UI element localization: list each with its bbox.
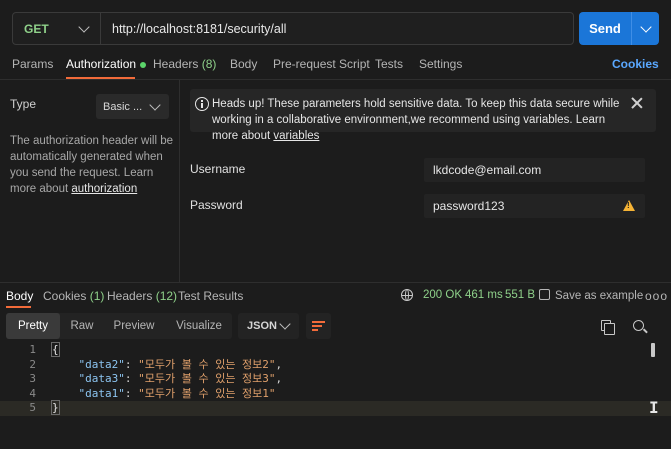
tab-authorization-label: Authorization: [66, 57, 137, 71]
tab-response-headers-count: (12): [155, 289, 178, 303]
code-text: {: [51, 342, 60, 358]
password-field[interactable]: password123: [424, 194, 645, 218]
sensitive-data-notice: Heads up! These parameters hold sensitiv…: [190, 89, 656, 142]
tab-headers-label: Headers: [153, 57, 199, 71]
warning-icon[interactable]: [623, 200, 635, 211]
tab-response-headers[interactable]: Headers (12): [107, 289, 177, 303]
format-tabs: Pretty Raw Preview Visualize: [6, 313, 232, 339]
save-as-example-button[interactable]: Save as example: [539, 289, 643, 302]
send-label: Send: [589, 21, 621, 36]
code-line: 2 "data2": "모두가 볼 수 있는 정보2",: [0, 358, 671, 373]
wrap-icon-stroke: [312, 321, 325, 323]
tab-pre-request-script[interactable]: Pre-request Script: [273, 57, 370, 71]
auth-description: The authorization header will be automat…: [10, 133, 175, 197]
json-key: "data3": [78, 372, 125, 385]
tab-response-cookies-label: Cookies: [43, 289, 87, 303]
chevron-down-icon: [149, 98, 161, 111]
auth-type-select[interactable]: Basic ...: [96, 94, 169, 119]
preview-button[interactable]: Preview: [106, 313, 162, 339]
chevron-down-icon: [639, 20, 652, 33]
tab-tests[interactable]: Tests: [375, 57, 403, 71]
authorization-link[interactable]: authorization: [71, 183, 137, 195]
language-select[interactable]: JSON: [238, 313, 299, 339]
code-text: "data2": "모두가 볼 수 있는 정보2",: [78, 357, 283, 371]
method-select[interactable]: GET: [13, 13, 101, 44]
tab-response-cookies-count: (1): [89, 289, 105, 303]
auth-type-value: Basic ...: [103, 100, 143, 113]
code-text: }: [51, 400, 60, 416]
tab-test-results[interactable]: Test Results: [178, 289, 243, 303]
tab-settings[interactable]: Settings: [419, 57, 462, 71]
tab-params[interactable]: Params: [12, 57, 53, 71]
json-value: "모두가 볼 수 있는 정보1": [138, 386, 276, 400]
search-icon[interactable]: [633, 320, 644, 331]
tab-response-cookies[interactable]: Cookies (1): [43, 289, 104, 303]
username-value: lkdcode@email.com: [433, 163, 542, 177]
language-value: JSON: [247, 320, 277, 332]
username-label: Username: [190, 162, 246, 176]
notice-text: Heads up! These parameters hold sensitiv…: [212, 96, 632, 144]
tab-headers-count: (8): [201, 57, 217, 71]
code-line: 1 {: [0, 342, 671, 358]
json-value: "모두가 볼 수 있는 정보3": [138, 372, 276, 385]
save-as-example-label: Save as example: [555, 290, 644, 302]
wrap-icon[interactable]: [306, 313, 331, 339]
tab-body[interactable]: Body: [230, 57, 257, 71]
response-size[interactable]: 551 B: [505, 289, 535, 301]
close-icon[interactable]: [631, 97, 643, 109]
chevron-down-icon: [279, 318, 291, 330]
status-code[interactable]: 200 OK: [423, 289, 462, 301]
tab-response-headers-label: Headers: [107, 289, 153, 303]
active-dot-icon: [140, 61, 147, 68]
chevron-down-icon: [78, 20, 90, 33]
tab-authorization[interactable]: Authorization: [66, 57, 147, 71]
json-key: "data1": [78, 386, 125, 400]
line-number: 5: [29, 401, 36, 414]
response-body-editor[interactable]: 1 { 2 "data2": "모두가 볼 수 있는 정보2", 3 "data…: [0, 342, 671, 416]
send-button[interactable]: Send: [579, 12, 659, 45]
line-number: 4: [29, 386, 36, 400]
request-tabs: Params Authorization Headers (8) Body Pr…: [0, 52, 671, 79]
line-number: 1: [29, 343, 36, 356]
code-text: "data3": "모두가 볼 수 있는 정보3",: [78, 372, 283, 385]
open-brace: {: [51, 342, 60, 357]
method-label: GET: [24, 21, 49, 36]
url-input[interactable]: http://localhost:8181/security/all: [101, 22, 286, 36]
raw-button[interactable]: Raw: [62, 313, 102, 339]
divider: [0, 282, 671, 283]
more-icon[interactable]: ooo: [645, 289, 668, 303]
tab-headers[interactable]: Headers (8): [153, 57, 216, 71]
username-field[interactable]: lkdcode@email.com: [424, 158, 645, 182]
scrollbar[interactable]: [651, 343, 655, 357]
auth-type-panel: Type Basic ... The authorization header …: [0, 80, 180, 282]
pretty-button[interactable]: Pretty: [6, 313, 60, 339]
text-cursor-icon: I: [649, 398, 659, 417]
request-bar: GET http://localhost:8181/security/all: [12, 12, 574, 45]
line-number: 3: [29, 372, 36, 385]
close-brace: }: [51, 400, 60, 415]
password-label: Password: [190, 198, 243, 212]
code-line: 5 }: [0, 400, 671, 416]
code-line: 3 "data3": "모두가 볼 수 있는 정보3",: [0, 372, 671, 387]
json-key: "data2": [78, 357, 125, 371]
json-value: "모두가 볼 수 있는 정보2": [138, 357, 276, 371]
cookies-link[interactable]: Cookies: [612, 57, 659, 71]
info-icon: [195, 97, 209, 111]
visualize-button[interactable]: Visualize: [168, 313, 230, 339]
response-time[interactable]: 461 ms: [465, 289, 503, 301]
wrap-icon-stroke: [312, 329, 318, 331]
line-number: 2: [29, 357, 36, 371]
save-icon: [539, 289, 550, 300]
variables-link[interactable]: variables: [273, 130, 319, 142]
code-text: "data1": "모두가 볼 수 있는 정보1": [78, 386, 276, 400]
password-value: password123: [433, 199, 505, 213]
active-tab-underline: [6, 306, 31, 308]
globe-icon[interactable]: [401, 289, 413, 301]
wrap-icon-stroke: [312, 325, 322, 327]
send-options-button[interactable]: [632, 20, 659, 33]
tab-response-body[interactable]: Body: [6, 289, 33, 303]
copy-icon[interactable]: [601, 320, 615, 335]
code-line: 4 "data1": "모두가 볼 수 있는 정보1": [0, 387, 671, 402]
type-label: Type: [10, 97, 37, 111]
